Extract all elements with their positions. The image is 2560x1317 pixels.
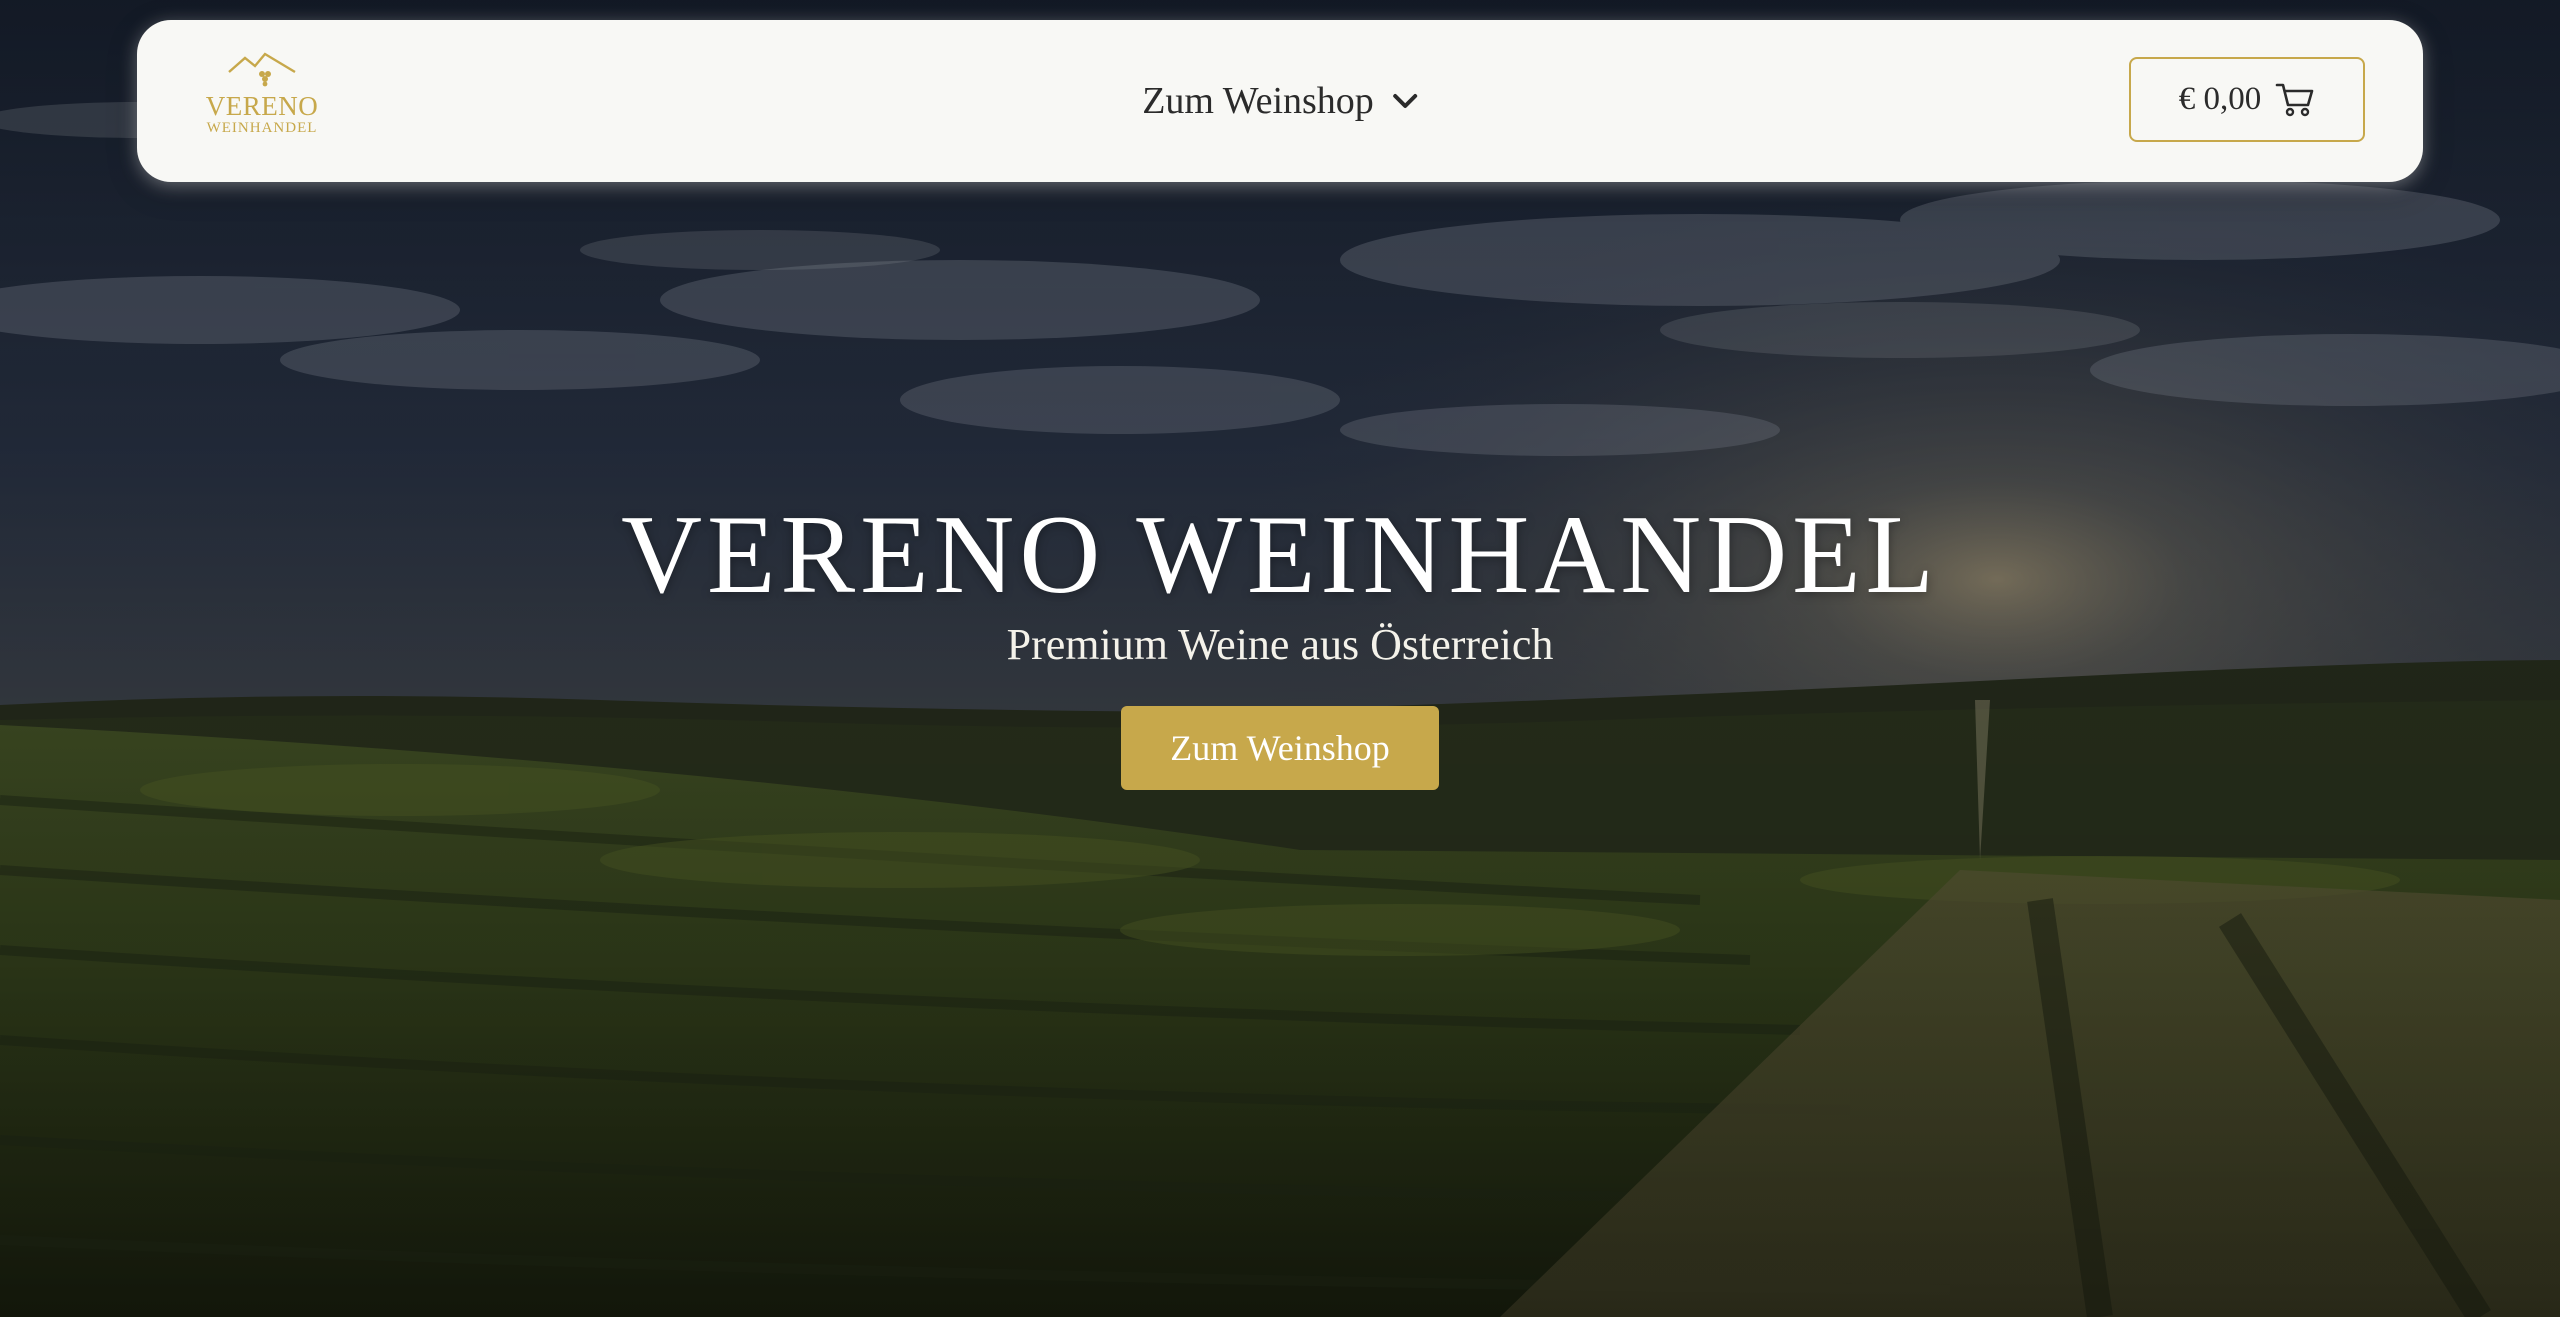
mountain-grape-icon [228,52,296,87]
brand-logo[interactable]: VERENO WEINHANDEL [195,50,329,154]
cart-amount: € 0,00 [2178,81,2262,117]
hero-title: VERENO WEINHANDEL [621,493,1939,617]
chevron-down-icon [1392,94,1417,108]
cart-button[interactable]: € 0,00 [2129,57,2365,142]
shop-cta-button[interactable]: Zum Weinshop [1121,706,1439,790]
hero-content: VERENO WEINHANDEL Premium Weine aus Öste… [0,490,2560,790]
shop-dropdown-menu[interactable]: Zum Weinshop [1142,79,1418,123]
hero-section: VERENO WEINHANDEL Zum Weinshop € 0,00 VE… [0,0,2560,1317]
shopping-cart-icon [2275,83,2314,116]
logo-brand-text: VERENO [205,91,319,121]
shop-dropdown-label: Zum Weinshop [1142,80,1374,122]
hero-subtitle: Premium Weine aus Österreich [1006,620,1554,669]
top-navbar: VERENO WEINHANDEL Zum Weinshop € 0,00 [137,20,2423,182]
logo-sub-text: WEINHANDEL [206,120,318,136]
